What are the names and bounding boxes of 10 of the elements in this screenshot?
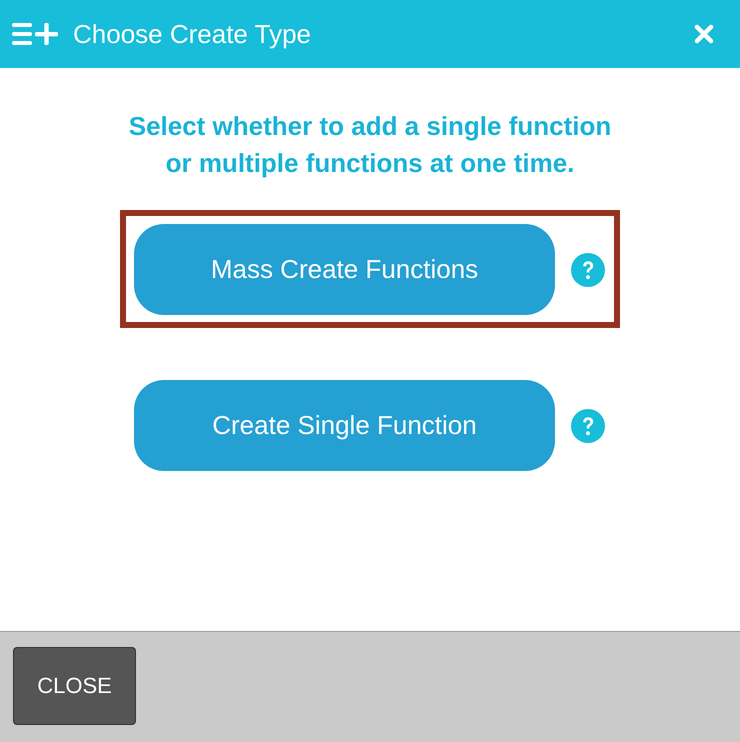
- list-add-icon: [12, 23, 58, 45]
- dialog-title: Choose Create Type: [73, 18, 312, 50]
- close-button[interactable]: CLOSE: [13, 647, 136, 725]
- close-icon: [694, 24, 714, 44]
- instruction-text: Select whether to add a single function or multiple functions at one time.: [128, 110, 612, 180]
- dialog-close-button[interactable]: [694, 24, 714, 44]
- help-icon[interactable]: [571, 252, 605, 286]
- option-button[interactable]: Create Single Function: [134, 380, 555, 471]
- help-icon[interactable]: [571, 408, 605, 442]
- option-button[interactable]: Mass Create Functions: [134, 224, 555, 315]
